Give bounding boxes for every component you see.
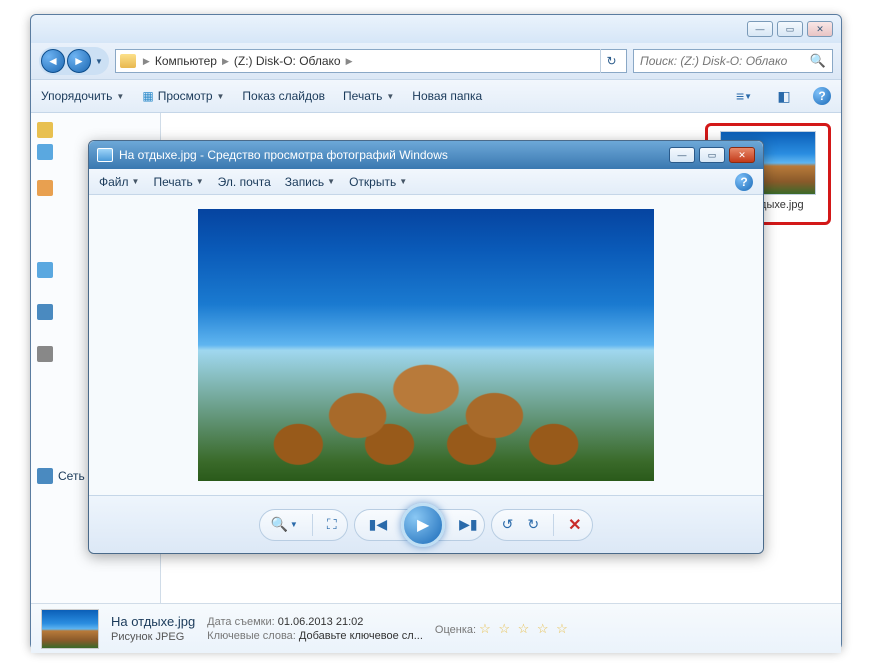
details-filename: На отдыхе.jpg <box>111 614 195 629</box>
breadcrumb-separator: ▶ <box>219 56 232 67</box>
photo-display <box>198 209 654 481</box>
newfolder-button[interactable]: Новая папка <box>412 89 482 103</box>
menu-print[interactable]: Печать▼ <box>153 175 203 189</box>
nav-history-dropdown[interactable]: ▼ <box>95 57 103 66</box>
viewer-close-button[interactable]: ✕ <box>729 147 755 163</box>
breadcrumb-computer[interactable]: Компьютер <box>153 54 219 68</box>
explorer-titlebar: — ▭ ✕ <box>31 15 841 43</box>
delete-button[interactable]: ✕ <box>568 515 581 535</box>
view-options-button[interactable]: ≡ ▼ <box>733 85 755 107</box>
details-date-value: 01.06.2013 21:02 <box>278 616 364 628</box>
folder-icon <box>120 54 136 68</box>
organize-button[interactable]: Упорядочить▼ <box>41 89 124 103</box>
explorer-close-button[interactable]: ✕ <box>807 21 833 37</box>
explorer-nav-row: ◄ ► ▼ ▶ Компьютер ▶ (Z:) Disk-O: Облако … <box>31 43 841 79</box>
rotate-cw-button[interactable]: ↻ <box>527 516 539 533</box>
preview-button[interactable]: ▦ Просмотр▼ <box>142 89 224 103</box>
play-slideshow-button[interactable]: ▶ <box>401 503 445 547</box>
viewer-help-icon[interactable]: ? <box>735 173 753 191</box>
help-icon[interactable]: ? <box>813 87 831 105</box>
menu-email[interactable]: Эл. почта <box>218 175 271 189</box>
print-button[interactable]: Печать▼ <box>343 89 394 103</box>
prev-button[interactable]: ▮◀ <box>369 516 387 533</box>
menu-file[interactable]: Файл▼ <box>99 175 139 189</box>
breadcrumb-separator: ▶ <box>140 56 153 67</box>
details-rating-label: Оценка: <box>435 624 476 636</box>
viewer-maximize-button[interactable]: ▭ <box>699 147 725 163</box>
menu-burn[interactable]: Запись▼ <box>285 175 335 189</box>
search-box[interactable]: 🔍 <box>633 49 833 73</box>
next-button[interactable]: ▶▮ <box>459 516 477 533</box>
details-pane: На отдыхе.jpg Рисунок JPEG Дата съемки: … <box>31 603 841 653</box>
viewer-minimize-button[interactable]: — <box>669 147 695 163</box>
nav-back-button[interactable]: ◄ <box>41 49 65 73</box>
details-filetype: Рисунок JPEG <box>111 631 195 643</box>
details-keywords-value[interactable]: Добавьте ключевое сл... <box>299 630 423 642</box>
preview-pane-button[interactable]: ◧ <box>773 85 795 107</box>
explorer-toolbar: Упорядочить▼ ▦ Просмотр▼ Показ слайдов П… <box>31 79 841 113</box>
details-keywords-label: Ключевые слова: <box>207 630 296 642</box>
details-date-label: Дата съемки: <box>207 616 274 628</box>
viewer-menubar: Файл▼ Печать▼ Эл. почта Запись▼ Открыть▼… <box>89 169 763 195</box>
viewer-controls: 🔍 ▼ ⛶ ▮◀ ▶ ▶▮ ↺ ↻ ✕ <box>89 495 763 553</box>
viewer-app-icon <box>97 148 113 162</box>
search-input[interactable] <box>640 54 810 68</box>
refresh-button[interactable]: ↻ <box>600 49 622 73</box>
breadcrumb-separator: ▶ <box>343 56 356 67</box>
sidebar-item-label: Сеть <box>58 469 85 483</box>
rotate-ccw-button[interactable]: ↺ <box>502 516 514 533</box>
fit-button[interactable]: ⛶ <box>327 516 337 533</box>
menu-open[interactable]: Открыть▼ <box>349 175 407 189</box>
sidebar-item[interactable] <box>35 119 156 141</box>
slideshow-button[interactable]: Показ слайдов <box>242 89 325 103</box>
breadcrumb-drive[interactable]: (Z:) Disk-O: Облако <box>232 54 343 68</box>
photo-viewer-window: На отдыхе.jpg - Средство просмотра фотог… <box>88 140 764 554</box>
viewer-canvas[interactable] <box>89 195 763 495</box>
search-icon: 🔍 <box>810 53 826 69</box>
address-bar[interactable]: ▶ Компьютер ▶ (Z:) Disk-O: Облако ▶ ↻ <box>115 49 627 73</box>
nav-forward-button[interactable]: ► <box>67 49 91 73</box>
details-thumbnail <box>41 609 99 649</box>
zoom-button[interactable]: 🔍 ▼ <box>270 516 297 533</box>
explorer-maximize-button[interactable]: ▭ <box>777 21 803 37</box>
viewer-title-text: На отдыхе.jpg - Средство просмотра фотог… <box>119 148 669 162</box>
viewer-titlebar[interactable]: На отдыхе.jpg - Средство просмотра фотог… <box>89 141 763 169</box>
details-rating-stars[interactable]: ☆ ☆ ☆ ☆ ☆ <box>479 621 570 636</box>
explorer-minimize-button[interactable]: — <box>747 21 773 37</box>
